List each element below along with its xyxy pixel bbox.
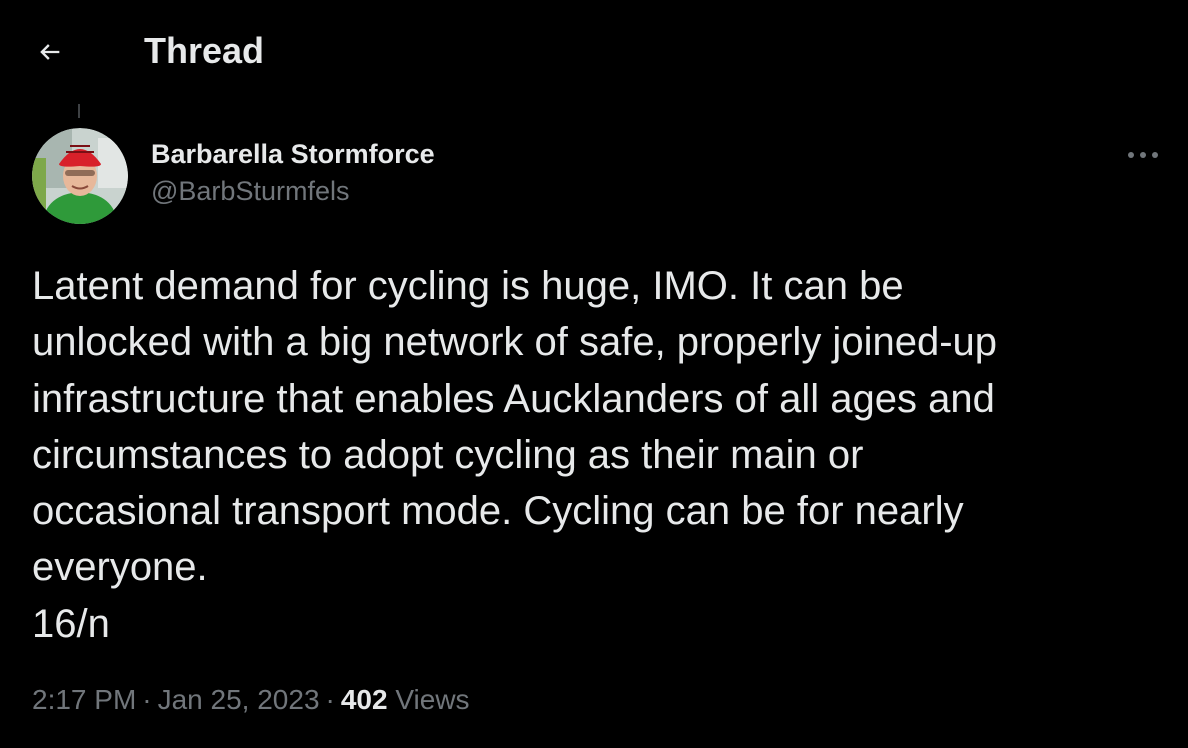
thread-connector-line	[78, 104, 80, 118]
page-title: Thread	[144, 30, 265, 71]
author-display-name[interactable]: Barbarella Stormforce	[151, 136, 435, 172]
tweet-date[interactable]: Jan 25, 2023	[158, 684, 320, 715]
avatar-image	[32, 128, 128, 224]
tweet-time[interactable]: 2:17 PM	[32, 684, 136, 715]
tweet-text: Latent demand for cycling is huge, IMO. …	[32, 264, 997, 646]
meta-separator: ·	[142, 684, 152, 715]
more-options-button[interactable]	[1118, 138, 1168, 172]
avatar[interactable]	[32, 128, 128, 224]
back-button[interactable]	[24, 28, 76, 76]
views-count[interactable]: 402	[341, 684, 388, 715]
tweet-metadata: 2:17 PM · Jan 25, 2023 · 402 Views	[32, 680, 470, 720]
author-handle[interactable]: @BarbSturmfels	[151, 172, 435, 210]
meta-separator: ·	[325, 684, 335, 715]
thread-page: Thread Barbarella Stormforce @BarbSturmf…	[0, 0, 1188, 748]
views-label[interactable]: Views	[395, 684, 469, 715]
arrow-left-icon	[40, 44, 60, 60]
top-bar: Thread	[0, 0, 1188, 104]
more-horizontal-icon	[1128, 152, 1158, 158]
tweet-author: Barbarella Stormforce @BarbSturmfels	[151, 136, 435, 210]
